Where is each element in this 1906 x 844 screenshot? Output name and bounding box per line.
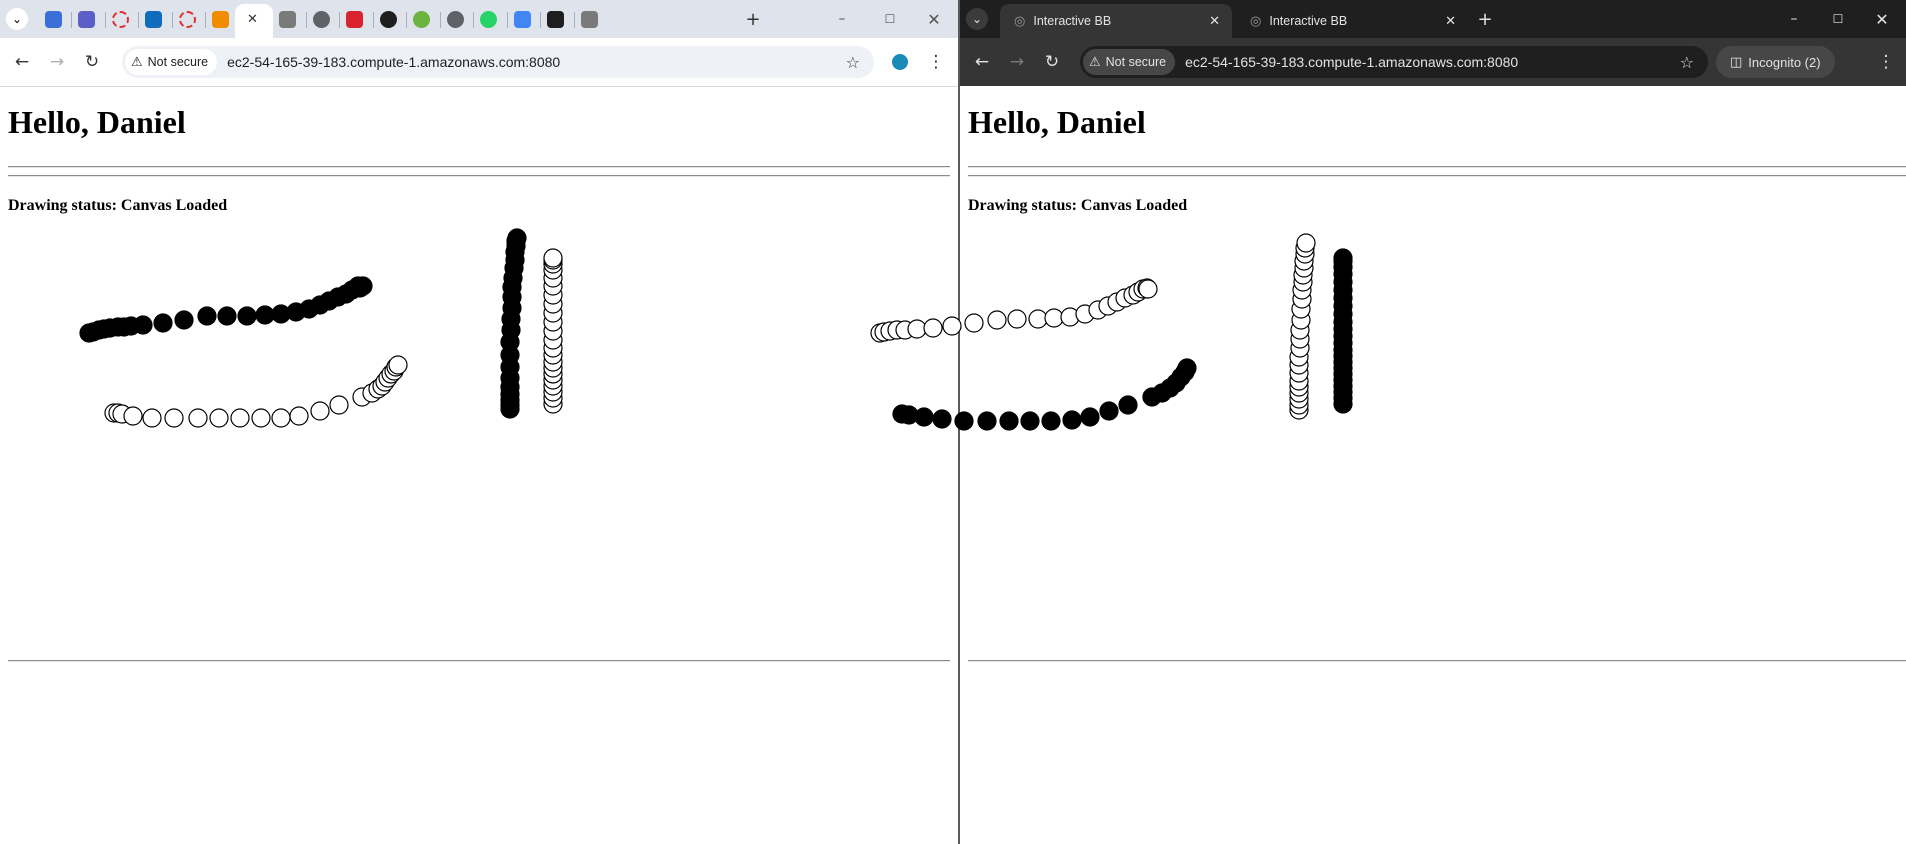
brush-dot	[133, 315, 153, 335]
brush-dot	[954, 411, 974, 431]
brush-stroke-right-3	[1289, 233, 1316, 420]
brush-dot	[153, 313, 173, 333]
drawing-canvas[interactable]	[0, 0, 1906, 844]
brush-dot	[1020, 411, 1040, 431]
brush-dot	[543, 248, 563, 268]
brush-dot	[1080, 407, 1100, 427]
brush-dot	[999, 411, 1019, 431]
brush-stroke-right-1	[870, 278, 1158, 343]
brush-dot	[255, 305, 275, 325]
brush-dot	[188, 408, 208, 428]
brush-dot	[942, 316, 962, 336]
brush-dot	[914, 407, 934, 427]
brush-dot	[251, 408, 271, 428]
brush-stroke-left-3	[500, 228, 527, 419]
brush-dot	[174, 310, 194, 330]
brush-dot	[289, 406, 309, 426]
brush-dot	[1028, 309, 1048, 329]
brush-dot	[237, 306, 257, 326]
brush-dot	[197, 306, 217, 326]
brush-dot	[217, 306, 237, 326]
brush-dot	[1333, 248, 1353, 268]
brush-dot	[1177, 358, 1197, 378]
brush-dot	[1118, 395, 1138, 415]
brush-dot	[964, 313, 984, 333]
brush-dot	[1138, 279, 1158, 299]
brush-dot	[164, 408, 184, 428]
brush-stroke-right-4	[1333, 248, 1353, 414]
brush-dot	[1007, 309, 1027, 329]
brush-dot	[329, 395, 349, 415]
brush-dot	[142, 408, 162, 428]
brush-dot	[1062, 410, 1082, 430]
brush-stroke-left-1	[79, 276, 373, 343]
brush-dot	[1099, 401, 1119, 421]
brush-dot	[350, 278, 370, 298]
brush-dot	[1044, 308, 1064, 328]
brush-dot	[932, 409, 952, 429]
brush-dot	[507, 228, 527, 248]
brush-dot	[209, 408, 229, 428]
brush-dot	[230, 408, 250, 428]
brush-dot	[1296, 233, 1316, 253]
brush-stroke-left-2	[104, 355, 408, 428]
brush-dot	[987, 310, 1007, 330]
brush-dot	[271, 408, 291, 428]
brush-dot	[1041, 411, 1061, 431]
brush-dot	[907, 319, 927, 339]
brush-dot	[388, 355, 408, 375]
brush-dot	[123, 406, 143, 426]
brush-dot	[923, 318, 943, 338]
brush-stroke-right-2	[892, 358, 1197, 431]
brush-dot	[310, 401, 330, 421]
brush-stroke-left-4	[543, 248, 563, 414]
brush-dot	[977, 411, 997, 431]
